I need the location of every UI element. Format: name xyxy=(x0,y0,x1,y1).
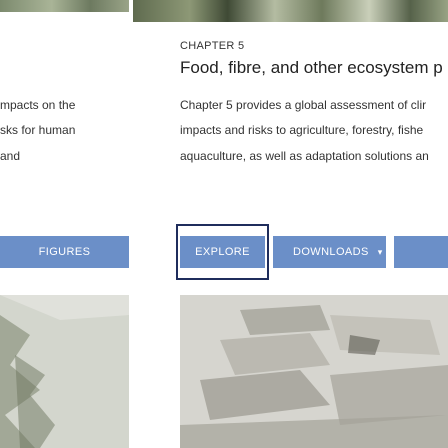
chapter-description-line: aquaculture, as well as adaptation solut… xyxy=(180,149,429,163)
figures-card-text-line: mpacts on the xyxy=(0,98,76,112)
explore-button[interactable]: EXPLORE xyxy=(180,236,265,268)
downloads-label: DOWNLOADS xyxy=(293,246,369,258)
figures-image xyxy=(0,295,129,448)
chapter-card-image-top xyxy=(133,0,448,22)
figures-image-art xyxy=(0,295,129,448)
chapter-image-art xyxy=(180,295,448,448)
chapter-title[interactable]: Food, fibre, and other ecosystem p xyxy=(180,58,443,78)
figures-card-text-line: and xyxy=(0,149,21,163)
figures-card-text-line: sks for human xyxy=(0,123,76,137)
figures-button[interactable]: FIGURES xyxy=(0,236,129,268)
chapter-label: CHAPTER 5 xyxy=(180,40,245,52)
chevron-down-icon: ▾ xyxy=(377,246,383,257)
chapter-description-line: Chapter 5 provides a global assessment o… xyxy=(180,98,427,112)
next-card-button[interactable] xyxy=(394,236,448,268)
chapter-description-line: impacts and risks to agriculture, forest… xyxy=(180,123,424,137)
downloads-dropdown-button[interactable]: DOWNLOADS ▾ xyxy=(273,236,386,268)
chapter-image xyxy=(180,295,448,448)
figures-card-image-top xyxy=(0,0,129,12)
